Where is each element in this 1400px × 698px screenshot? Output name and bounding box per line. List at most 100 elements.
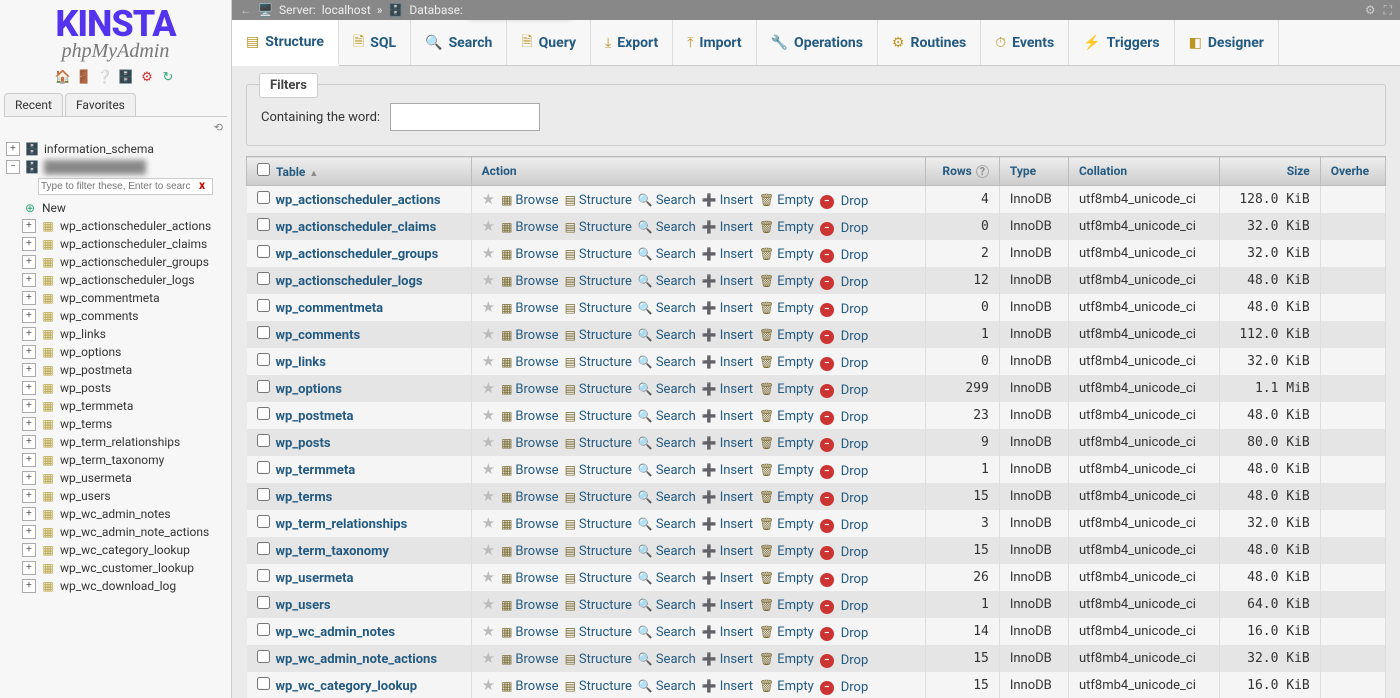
col-rows[interactable]: Rows? [925,157,999,186]
tree-table[interactable]: +▦wp_users [4,487,227,505]
insert-link[interactable]: ➕Insert [702,598,753,613]
tree-table[interactable]: +▦wp_usermeta [4,469,227,487]
structure-link[interactable]: ▤Structure [565,544,632,559]
search-link[interactable]: 🔍Search [638,571,696,586]
row-checkbox[interactable] [257,326,270,339]
structure-link[interactable]: ▤Structure [565,598,632,613]
expand-icon[interactable]: + [22,327,36,341]
tree-table[interactable]: +▦wp_actionscheduler_claims [4,235,227,253]
structure-link[interactable]: ▤Structure [565,409,632,424]
favorite-icon[interactable]: ★ [482,352,501,370]
nav-query[interactable]: 🗎Query [507,20,591,65]
favorite-icon[interactable]: ★ [482,460,501,478]
tree-table[interactable]: +▦wp_wc_admin_note_actions [4,523,227,541]
table-name[interactable]: wp_term_taxonomy [276,544,389,559]
search-link[interactable]: 🔍Search [638,301,696,316]
drop-link[interactable]: −Drop [820,275,869,290]
sql-icon[interactable]: 🗄️ [118,69,134,85]
search-link[interactable]: 🔍Search [638,436,696,451]
browse-link[interactable]: ▦Browse [501,436,559,451]
tree-new[interactable]: ⊕ New [4,199,227,217]
search-link[interactable]: 🔍Search [638,193,696,208]
drop-link[interactable]: −Drop [820,410,869,425]
browse-link[interactable]: ▦Browse [501,328,559,343]
row-checkbox[interactable] [257,623,270,636]
empty-link[interactable]: 🗑Empty [759,544,814,559]
table-name[interactable]: wp_actionscheduler_logs [276,274,423,289]
nav-sql[interactable]: 🗎SQL [339,20,411,65]
col-size[interactable]: Size [1220,157,1320,186]
expand-icon[interactable]: + [6,142,20,156]
expand-icon[interactable]: + [22,309,36,323]
expand-icon[interactable]: + [22,363,36,377]
table-name[interactable]: wp_actionscheduler_claims [276,220,437,235]
drop-link[interactable]: −Drop [820,518,869,533]
db-name[interactable]: ████████████ [469,3,571,17]
row-checkbox[interactable] [257,299,270,312]
expand-icon[interactable]: + [22,255,36,269]
drop-link[interactable]: −Drop [820,464,869,479]
col-overhead[interactable]: Overhe [1320,157,1385,186]
table-name[interactable]: wp_usermeta [276,571,354,586]
row-checkbox[interactable] [257,488,270,501]
search-link[interactable]: 🔍Search [638,247,696,262]
structure-link[interactable]: ▤Structure [565,301,632,316]
structure-link[interactable]: ▤Structure [565,247,632,262]
favorite-icon[interactable]: ★ [482,595,501,613]
insert-link[interactable]: ➕Insert [702,490,753,505]
search-link[interactable]: 🔍Search [638,625,696,640]
db-information-schema[interactable]: + 🗄️ information_schema [4,140,227,158]
col-table[interactable]: Table▲ [247,157,472,186]
empty-link[interactable]: 🗑Empty [759,193,814,208]
structure-link[interactable]: ▤Structure [565,436,632,451]
search-link[interactable]: 🔍Search [638,463,696,478]
tree-table[interactable]: +▦wp_term_relationships [4,433,227,451]
empty-link[interactable]: 🗑Empty [759,220,814,235]
browse-link[interactable]: ▦Browse [501,463,559,478]
reload-icon[interactable]: ↻ [160,69,176,85]
nav-structure[interactable]: ▤Structure [232,20,339,66]
browse-link[interactable]: ▦Browse [501,625,559,640]
expand-icon[interactable]: + [22,561,36,575]
search-link[interactable]: 🔍Search [638,382,696,397]
tab-recent[interactable]: Recent [4,93,63,116]
insert-link[interactable]: ➕Insert [702,328,753,343]
filter-input[interactable] [390,103,540,131]
expand-icon[interactable]: + [22,507,36,521]
structure-link[interactable]: ▤Structure [565,382,632,397]
logout-icon[interactable]: 🚪 [76,69,92,85]
table-name[interactable]: wp_users [276,598,331,613]
row-checkbox[interactable] [257,407,270,420]
drop-link[interactable]: −Drop [820,437,869,452]
insert-link[interactable]: ➕Insert [702,625,753,640]
settings-icon[interactable]: ⚙ [139,69,155,85]
browse-link[interactable]: ▦Browse [501,382,559,397]
empty-link[interactable]: 🗑Empty [759,301,814,316]
browse-link[interactable]: ▦Browse [501,652,559,667]
expand-icon[interactable]: + [22,291,36,305]
nav-export[interactable]: ⤓Export [591,20,673,65]
table-name[interactable]: wp_wc_admin_notes [276,625,396,640]
home-icon[interactable]: 🏠 [55,69,71,85]
nav-import[interactable]: ⤒Import [673,20,756,65]
browse-link[interactable]: ▦Browse [501,517,559,532]
tree-table[interactable]: +▦wp_terms [4,415,227,433]
row-checkbox[interactable] [257,461,270,474]
search-link[interactable]: 🔍Search [638,490,696,505]
favorite-icon[interactable]: ★ [482,244,501,262]
empty-link[interactable]: 🗑Empty [759,328,814,343]
empty-link[interactable]: 🗑Empty [759,652,814,667]
drop-link[interactable]: −Drop [820,329,869,344]
drop-link[interactable]: −Drop [820,572,869,587]
expand-icon[interactable]: + [22,543,36,557]
structure-link[interactable]: ▤Structure [565,463,632,478]
table-name[interactable]: wp_links [276,355,326,370]
expand-icon[interactable]: + [22,237,36,251]
tree-filter-input[interactable] [38,178,213,195]
insert-link[interactable]: ➕Insert [702,355,753,370]
tree-table[interactable]: +▦wp_commentmeta [4,289,227,307]
tree-table[interactable]: +▦wp_wc_customer_lookup [4,559,227,577]
nav-search[interactable]: 🔍Search [411,20,507,65]
nav-events[interactable]: ⏱Events [981,20,1069,65]
search-link[interactable]: 🔍Search [638,220,696,235]
